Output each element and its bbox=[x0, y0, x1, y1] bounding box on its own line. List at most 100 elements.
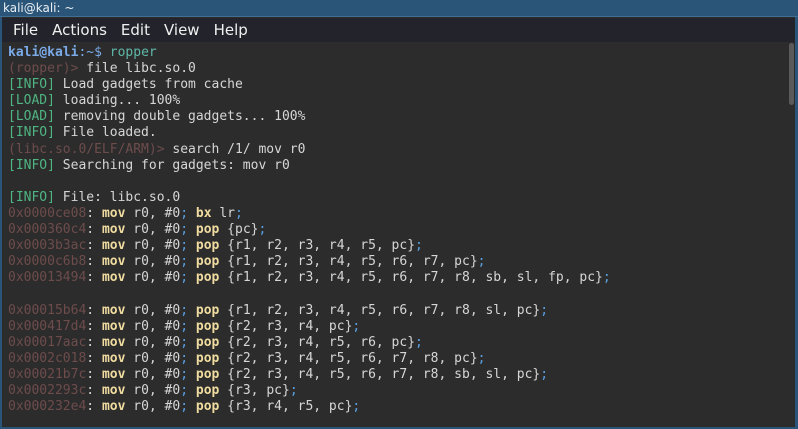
terminal-text-op: mov bbox=[101, 318, 126, 334]
terminal-text-text: {r2, r3, r4, r5, r6, r7, r8, sb, sl, pc} bbox=[219, 366, 541, 382]
terminal-text-text: Load gadgets from cache bbox=[54, 77, 243, 93]
terminal-text-text: r0, #0 bbox=[125, 270, 181, 286]
terminal-text-text: {r1, r2, r3, r4, r5, r6, r7, pc} bbox=[219, 254, 478, 270]
terminal-text-addr: 0x00013494 bbox=[8, 270, 87, 286]
terminal-text-semi: ; bbox=[180, 270, 189, 286]
terminal-text-semi: ; bbox=[180, 399, 189, 415]
terminal-text-addr: 0x000417d4 bbox=[8, 318, 87, 334]
terminal-text-text bbox=[188, 238, 196, 253]
terminal-text-text bbox=[188, 335, 196, 350]
terminal-line: 0x0000ce08: mov r0, #0; bx lr; bbox=[8, 206, 788, 222]
terminal-line: 0x0002c018: mov r0, #0; pop {r2, r3, r4,… bbox=[8, 351, 788, 367]
menu-file[interactable]: File bbox=[7, 21, 45, 39]
terminal-text-op: bx bbox=[195, 205, 212, 221]
terminal-text-text: {r3, r4, r5, pc} bbox=[219, 399, 353, 415]
terminal-text-semi: ; bbox=[477, 254, 486, 270]
terminal-text-text: : bbox=[86, 334, 102, 350]
terminal-text-prompt: (ropper)> bbox=[8, 61, 87, 77]
terminal-line: 0x000417d4: mov r0, #0; pop {r2, r3, r4,… bbox=[8, 319, 788, 335]
scrollbar-thumb[interactable] bbox=[789, 43, 794, 105]
menu-view[interactable]: View bbox=[158, 21, 207, 39]
terminal-text-op: mov bbox=[101, 366, 126, 382]
terminal-text-text bbox=[188, 319, 196, 334]
terminal-text-text: file libc.so.0 bbox=[86, 61, 196, 77]
terminal-text-addr: 0x00015b64 bbox=[8, 302, 87, 318]
terminal-text-semi: ; bbox=[180, 318, 189, 334]
terminal-text-semi: ; bbox=[352, 399, 361, 415]
terminal-line: 0x0002293c: mov r0, #0; pop {r3, pc}; bbox=[8, 383, 788, 399]
terminal-text-text: : bbox=[86, 399, 102, 415]
terminal-text-tag: [LOAD] bbox=[8, 109, 55, 125]
terminal-line: [INFO] Searching for gadgets: mov r0 bbox=[8, 158, 788, 174]
terminal-text-text: r0, #0 bbox=[125, 382, 181, 398]
terminal-text-user: kali@kali bbox=[8, 45, 79, 60]
terminal-text-op: pop bbox=[195, 399, 220, 415]
terminal-text-text: {r2, r3, r4, r5, r6, pc} bbox=[219, 334, 416, 350]
terminal-text-text bbox=[188, 206, 196, 221]
terminal-text-text: loading... 100% bbox=[54, 93, 181, 109]
terminal-text-text: Searching for gadgets: mov r0 bbox=[54, 157, 290, 173]
terminal-text-tag: [INFO] bbox=[8, 125, 55, 141]
menu-help[interactable]: Help bbox=[208, 21, 255, 39]
scrollbar[interactable] bbox=[788, 42, 795, 427]
terminal-text-op: mov bbox=[101, 302, 126, 318]
terminal-output[interactable]: kali@kali:~$ ropper (ropper)> file libc.s… bbox=[2, 42, 788, 427]
terminal-text-semi: ; bbox=[180, 366, 189, 382]
terminal-text-cmd: ropper bbox=[109, 45, 157, 60]
terminal-line: kali@kali:~$ ropper bbox=[8, 45, 788, 61]
terminal-line: 0x00013494: mov r0, #0; pop {r1, r2, r3,… bbox=[8, 270, 788, 286]
terminal-text-tag: [INFO] bbox=[8, 157, 55, 173]
terminal-text-op: mov bbox=[101, 399, 126, 415]
terminal-text-op: pop bbox=[195, 222, 220, 238]
terminal-text-addr: 0x0002293c bbox=[8, 382, 87, 398]
terminal-text-text: r0, #0 bbox=[125, 334, 181, 350]
terminal-text-text: : bbox=[86, 205, 102, 221]
terminal-text-text: : bbox=[86, 222, 102, 238]
terminal-text-text: r0, #0 bbox=[125, 366, 181, 382]
terminal-text-op: pop bbox=[195, 334, 220, 350]
terminal-line: [LOAD] loading... 100% bbox=[8, 93, 788, 109]
terminal-line: 0x000232e4: mov r0, #0; pop {r3, r4, r5,… bbox=[8, 399, 788, 415]
terminal-text-semi: ; bbox=[258, 222, 267, 238]
terminal-text-semi: ; bbox=[415, 334, 423, 350]
terminal-text-addr: 0x000360c4 bbox=[8, 222, 87, 238]
terminal-text-text: {r2, r3, r4, r5, r6, r7, r8, pc} bbox=[219, 350, 478, 366]
terminal-text-semi: ; bbox=[540, 366, 549, 382]
terminal-line: [INFO] File: libc.so.0 bbox=[8, 190, 788, 206]
terminal-text-text: r0, #0 bbox=[125, 318, 181, 334]
terminal-text-semi: ; bbox=[415, 238, 423, 254]
terminal-text-tag: [LOAD] bbox=[8, 93, 55, 109]
terminal-text-semi: ; bbox=[180, 238, 189, 254]
terminal-line: (ropper)> file libc.so.0 bbox=[8, 61, 788, 77]
terminal-text-addr: 0x0000ce08 bbox=[8, 205, 87, 221]
terminal-line: (libc.so.0/ELF/ARM)> search /1/ mov r0 bbox=[8, 142, 788, 158]
terminal-text-semi: ; bbox=[289, 382, 298, 398]
terminal-text-text: r0, #0 bbox=[125, 350, 181, 366]
terminal-text-op: pop bbox=[195, 302, 220, 318]
terminal-text-text: : bbox=[86, 318, 102, 334]
terminal-text-op: mov bbox=[101, 350, 126, 366]
terminal-text-semi: ; bbox=[180, 302, 189, 318]
terminal-line: 0x0000c6b8: mov r0, #0; pop {r1, r2, r3,… bbox=[8, 254, 788, 270]
terminal-text-op: mov bbox=[101, 238, 126, 254]
terminal-text-text: r0, #0 bbox=[125, 302, 181, 318]
terminal-text-text: {r1, r2, r3, r4, r5, r6, r7, r8, sb, sl,… bbox=[219, 270, 603, 286]
terminal-text-text: : bbox=[86, 366, 102, 382]
terminal-text-text: r0, #0 bbox=[125, 205, 181, 221]
terminal-line: 0x00017aac: mov r0, #0; pop {r2, r3, r4,… bbox=[8, 335, 788, 351]
menu-edit[interactable]: Edit bbox=[115, 21, 157, 39]
terminal-text-semi: ; bbox=[180, 222, 189, 238]
terminal-text-text: r0, #0 bbox=[125, 238, 181, 254]
terminal-text-text: : bbox=[86, 350, 102, 366]
terminal-text-text: {r3, pc} bbox=[219, 382, 290, 398]
menu-actions[interactable]: Actions bbox=[46, 21, 114, 39]
terminal-text-op: mov bbox=[101, 205, 126, 221]
terminal-text-semi: ; bbox=[180, 205, 189, 221]
terminal-text-text: : bbox=[86, 238, 102, 254]
window-title-bar[interactable]: kali@kali: ~ bbox=[0, 0, 798, 17]
terminal-text-text: File loaded. bbox=[54, 125, 157, 141]
terminal-text-text: r0, #0 bbox=[125, 222, 181, 238]
terminal-text-op: mov bbox=[101, 222, 126, 238]
terminal-text-op: pop bbox=[195, 366, 220, 382]
